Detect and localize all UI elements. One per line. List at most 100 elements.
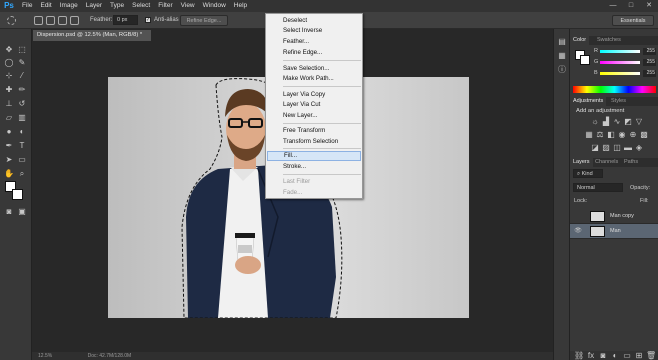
menu-item-layer-via-cut[interactable]: Layer Via Cut <box>267 100 361 110</box>
path-selection-icon[interactable]: ➤ <box>4 155 14 165</box>
history-brush-icon[interactable]: ↺ <box>17 99 27 109</box>
menu-window[interactable]: Window <box>199 0 230 12</box>
channel-mixer-icon[interactable]: ⊕ <box>628 130 638 140</box>
new-selection-icon[interactable] <box>34 16 43 25</box>
layer-row-man[interactable]: 👁 Man <box>570 224 658 239</box>
close-button[interactable]: ✕ <box>640 0 658 12</box>
blur-tool-icon[interactable]: ● <box>4 127 14 137</box>
menu-item-feather[interactable]: Feather... <box>267 37 361 47</box>
black-white-icon[interactable]: ◧ <box>606 130 616 140</box>
menu-item-make-work-path[interactable]: Make Work Path... <box>267 74 361 84</box>
red-value[interactable]: 255 <box>643 48 656 55</box>
marquee-tool-icon[interactable]: ⬚ <box>17 45 27 55</box>
threshold-icon[interactable]: ◫ <box>612 143 622 153</box>
workspace-selector[interactable]: Essentials <box>612 15 654 26</box>
menu-select[interactable]: Select <box>128 0 154 12</box>
menu-edit[interactable]: Edit <box>36 0 55 12</box>
subtract-selection-icon[interactable] <box>58 16 67 25</box>
blue-slider[interactable] <box>600 72 640 75</box>
link-layers-icon[interactable]: ⛓ <box>574 351 584 360</box>
menu-item-refine-edge[interactable]: Refine Edge... <box>267 48 361 58</box>
background-color-swatch[interactable] <box>12 189 23 200</box>
color-spectrum[interactable] <box>573 86 656 93</box>
tab-paths[interactable]: Paths <box>621 158 641 167</box>
posterize-icon[interactable]: ▨ <box>601 143 611 153</box>
brush-tool-icon[interactable]: ✏ <box>17 85 27 95</box>
layer-kind-filter[interactable]: ⌕ Kind <box>573 169 603 178</box>
lasso-tool-icon[interactable] <box>7 16 16 25</box>
minimize-button[interactable]: — <box>604 0 622 12</box>
menu-item-select-inverse[interactable]: Select Inverse <box>267 26 361 36</box>
brightness-icon[interactable]: ☼ <box>590 117 600 127</box>
move-tool-icon[interactable]: ✥ <box>4 45 14 55</box>
add-selection-icon[interactable] <box>46 16 55 25</box>
shape-tool-icon[interactable]: ▭ <box>17 155 27 165</box>
adjustment-layer-icon[interactable]: ◐ <box>610 351 620 360</box>
tab-adjustments[interactable]: Adjustments <box>570 97 607 106</box>
hand-tool-icon[interactable]: ✋ <box>4 169 14 179</box>
levels-icon[interactable]: ▟ <box>601 117 611 127</box>
menu-image[interactable]: Image <box>56 0 82 12</box>
layer-style-icon[interactable]: fx <box>586 351 596 360</box>
lasso-tool-icon[interactable]: ◯ <box>4 58 14 68</box>
red-slider[interactable] <box>600 50 640 53</box>
menu-item-new-layer[interactable]: New Layer... <box>267 111 361 121</box>
menu-file[interactable]: File <box>18 0 36 12</box>
eraser-icon[interactable]: ▱ <box>4 113 14 123</box>
info-panel-icon[interactable]: ⓘ <box>557 65 567 75</box>
vibrance-icon[interactable]: ▽ <box>634 117 644 127</box>
invert-icon[interactable]: ◪ <box>590 143 600 153</box>
healing-brush-icon[interactable]: ✚ <box>4 85 14 95</box>
color-balance-icon[interactable]: ⚖ <box>595 130 605 140</box>
maximize-button[interactable]: □ <box>622 0 640 12</box>
properties-panel-icon[interactable]: ▦ <box>557 51 567 61</box>
blend-mode-select[interactable]: Normal <box>573 183 623 192</box>
background-color-chip[interactable] <box>580 55 590 65</box>
exposure-icon[interactable]: ◩ <box>623 117 633 127</box>
selective-color-icon[interactable]: ◈ <box>634 143 644 153</box>
type-tool-icon[interactable]: T <box>17 141 27 151</box>
green-slider[interactable] <box>600 61 640 64</box>
tab-styles[interactable]: Styles <box>608 97 629 106</box>
blue-value[interactable]: 255 <box>643 70 656 77</box>
history-panel-icon[interactable]: ▤ <box>557 37 567 47</box>
gradient-map-icon[interactable]: ▬ <box>623 143 633 153</box>
screen-mode-icon[interactable]: ▣ <box>17 207 27 217</box>
curves-icon[interactable]: ∿ <box>612 117 622 127</box>
pen-tool-icon[interactable]: ✒ <box>4 141 14 151</box>
visibility-toggle[interactable] <box>574 212 582 220</box>
menu-item-transform-selection[interactable]: Transform Selection <box>267 137 361 147</box>
menu-item-save-selection[interactable]: Save Selection... <box>267 64 361 74</box>
antialias-checkbox[interactable]: ✓ <box>145 17 151 23</box>
refine-edge-button[interactable]: Refine Edge... <box>180 15 228 26</box>
crop-tool-icon[interactable]: ⊹ <box>4 71 14 81</box>
green-value[interactable]: 255 <box>643 59 656 66</box>
zoom-tool-icon[interactable]: ⌕ <box>17 169 27 179</box>
tab-channels[interactable]: Channels <box>592 158 621 167</box>
photo-filter-icon[interactable]: ◉ <box>617 130 627 140</box>
delete-layer-icon[interactable]: 🗑 <box>646 351 656 360</box>
document-tab[interactable]: Dispersion.psd @ 12.5% (Man, RGB/8) * <box>33 30 151 41</box>
menu-type[interactable]: Type <box>106 0 128 12</box>
intersect-selection-icon[interactable] <box>70 16 79 25</box>
hue-saturation-icon[interactable]: ▦ <box>584 130 594 140</box>
menu-filter[interactable]: Filter <box>154 0 176 12</box>
menu-layer[interactable]: Layer <box>82 0 106 12</box>
menu-item-stroke[interactable]: Stroke... <box>267 162 361 172</box>
menu-item-deselect[interactable]: Deselect <box>267 16 361 26</box>
tab-color[interactable]: Color <box>570 36 590 45</box>
eyedropper-icon[interactable]: ⁄ <box>17 71 27 81</box>
tab-layers[interactable]: Layers <box>570 158 593 167</box>
new-group-icon[interactable]: ▭ <box>622 351 632 360</box>
menu-item-free-transform[interactable]: Free Transform <box>267 126 361 136</box>
quick-mask-icon[interactable]: ◙ <box>4 207 14 217</box>
menu-help[interactable]: Help <box>230 0 251 12</box>
gradient-tool-icon[interactable]: ▥ <box>17 113 27 123</box>
layer-row-man-copy[interactable]: Man copy <box>570 209 658 224</box>
feather-input[interactable]: 0 px <box>113 15 138 25</box>
dodge-tool-icon[interactable]: ◐ <box>17 127 27 137</box>
tab-swatches[interactable]: Swatches <box>594 36 624 45</box>
add-mask-icon[interactable]: ◙ <box>598 351 608 360</box>
clone-stamp-icon[interactable]: ⊥ <box>4 99 14 109</box>
eye-icon[interactable]: 👁 <box>574 227 582 235</box>
